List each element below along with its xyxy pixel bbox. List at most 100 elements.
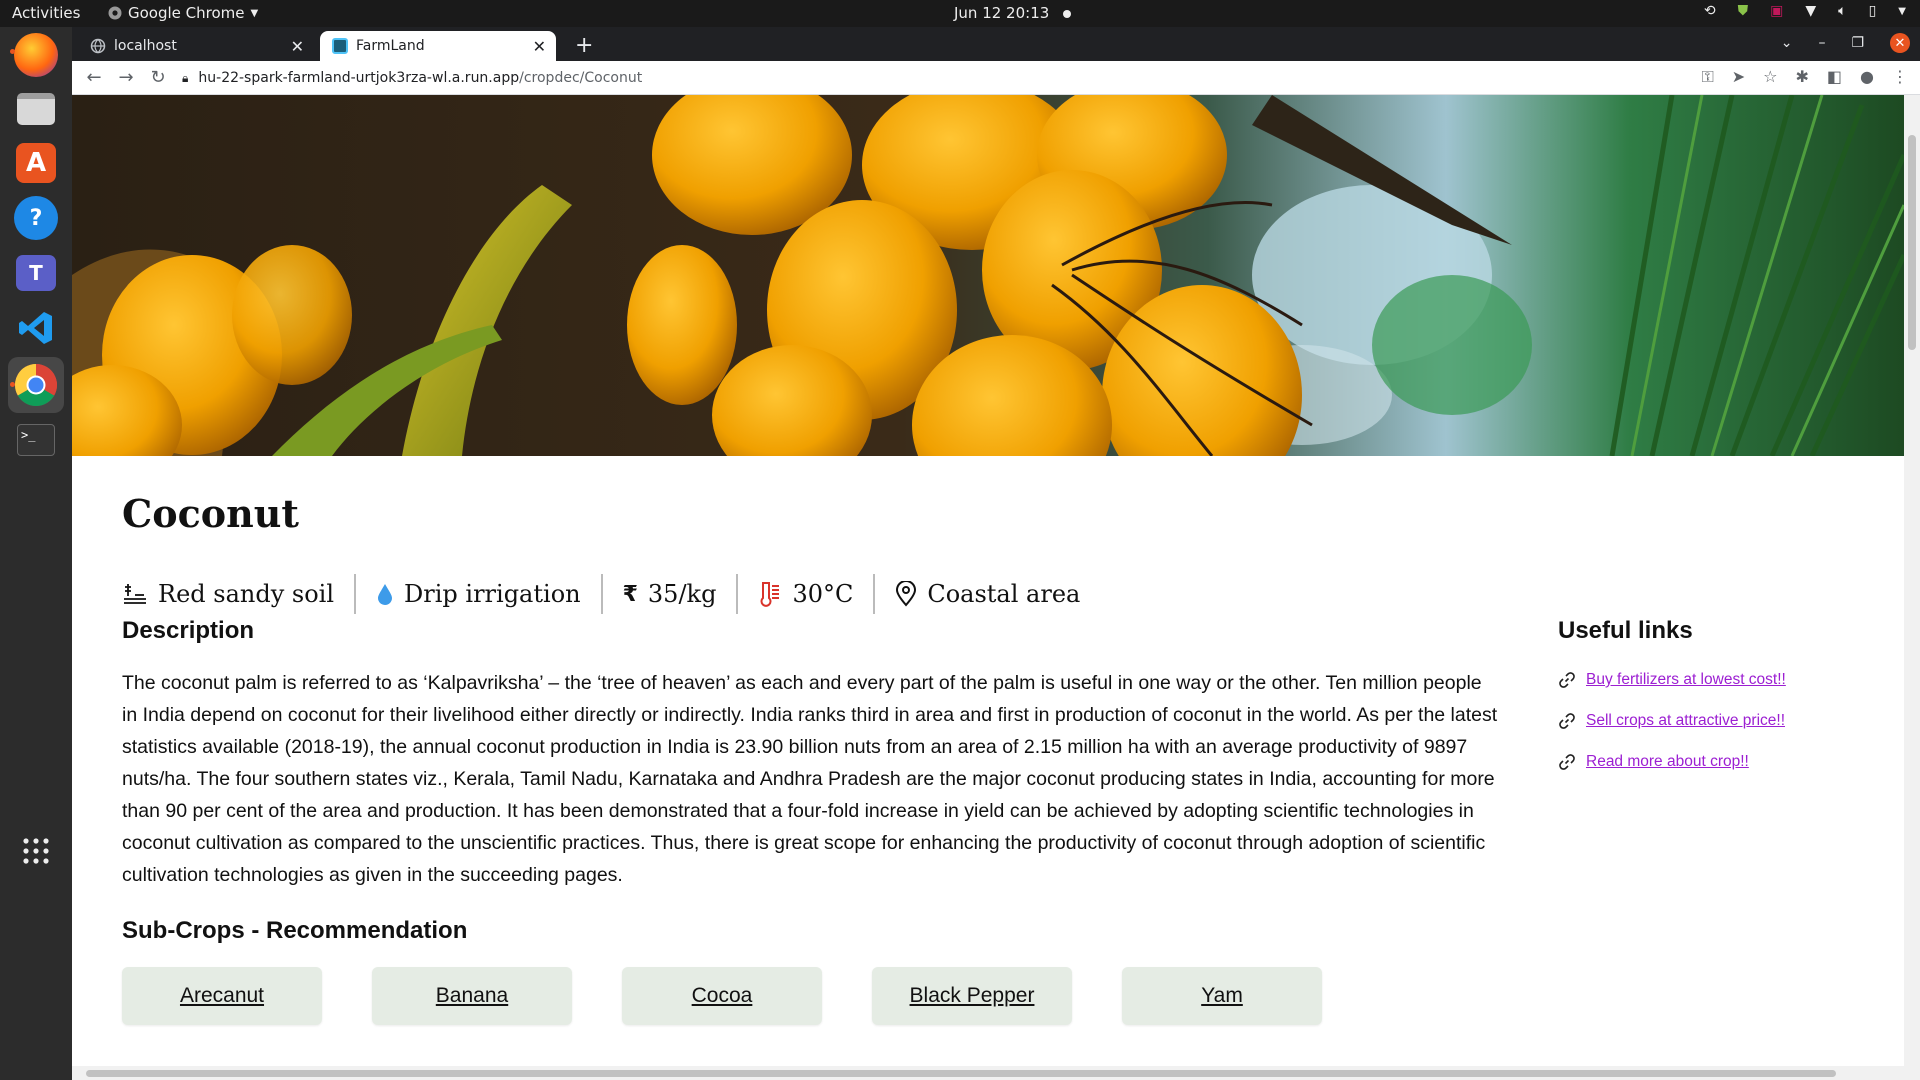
tab-close-icon[interactable]: ✕ bbox=[533, 37, 546, 56]
useful-link-item: Sell crops at attractive price!! bbox=[1558, 712, 1878, 730]
close-window-button[interactable]: ✕ bbox=[1890, 33, 1910, 53]
subcrop-banana[interactable]: Banana bbox=[372, 967, 572, 1025]
chrome-small-icon bbox=[108, 6, 122, 20]
crop-content: Coconut Red sandy soil Drip irrigation ₹… bbox=[122, 465, 1882, 1025]
browser-window: localhost ✕ FarmLand ✕ + ⌄ – ❐ ✕ ← → ↻ 🔒… bbox=[72, 27, 1920, 1080]
link-chain-icon bbox=[1559, 672, 1575, 688]
dock-ubuntu-software[interactable]: A bbox=[8, 135, 64, 191]
side-panel-icon[interactable]: ◧ bbox=[1827, 67, 1842, 87]
useful-links-heading: Useful links bbox=[1558, 617, 1693, 644]
sell-crops-link[interactable]: Sell crops at attractive price!! bbox=[1586, 712, 1785, 730]
app-grid-icon bbox=[23, 838, 49, 864]
dock-terminal[interactable]: >_ bbox=[8, 412, 64, 468]
tab-strip: localhost ✕ FarmLand ✕ + ⌄ – ❐ ✕ bbox=[72, 27, 1920, 61]
tab-farmland[interactable]: FarmLand ✕ bbox=[320, 31, 556, 61]
wifi-icon[interactable]: ▼ bbox=[1805, 3, 1816, 19]
key-icon[interactable]: ⚿ bbox=[1702, 67, 1714, 87]
profile-avatar-icon[interactable]: ● bbox=[1860, 67, 1874, 87]
back-button[interactable]: ← bbox=[78, 67, 110, 88]
system-tray[interactable]: ⟲ ⛊ ▣ ▼ 🔈︎ ▯ ▼ bbox=[1704, 3, 1906, 19]
app-indicator-icon[interactable]: ▣ bbox=[1770, 3, 1783, 19]
soil-icon bbox=[124, 584, 146, 604]
dock-vscode[interactable] bbox=[8, 300, 64, 356]
attribute-label: 35/kg bbox=[647, 580, 717, 608]
activities-button[interactable]: Activities bbox=[12, 4, 80, 22]
page-viewport: Coconut Red sandy soil Drip irrigation ₹… bbox=[72, 95, 1904, 1080]
clock-label: Jun 12 20:13 bbox=[954, 4, 1050, 22]
tab-label: localhost bbox=[114, 38, 177, 54]
reload-button[interactable]: ↻ bbox=[142, 67, 174, 88]
minimize-button[interactable]: – bbox=[1818, 35, 1825, 51]
send-icon[interactable]: ➤ bbox=[1732, 67, 1745, 87]
address-bar[interactable]: 🔒︎ hu-22-spark-farmland-urtjok3rza-wl.a.… bbox=[182, 64, 1662, 92]
tab-close-icon[interactable]: ✕ bbox=[291, 37, 304, 56]
clock[interactable]: Jun 12 20:13 bbox=[954, 4, 1072, 22]
running-indicator-icon bbox=[10, 49, 15, 54]
description-heading: Description bbox=[122, 617, 255, 644]
dock-chrome[interactable] bbox=[8, 357, 64, 413]
thermometer-icon bbox=[760, 582, 780, 607]
lock-icon[interactable]: 🔒︎ bbox=[182, 71, 188, 86]
chevron-down-icon: ▼ bbox=[250, 7, 259, 19]
subcrop-black-pepper[interactable]: Black Pepper bbox=[872, 967, 1072, 1025]
horizontal-scrollbar[interactable] bbox=[72, 1066, 1904, 1080]
subcrops-list: Arecanut Banana Cocoa Black Pepper Yam bbox=[122, 967, 1502, 1025]
attribute-label: 30°C bbox=[792, 580, 854, 608]
browser-toolbar: ← → ↻ 🔒︎ hu-22-spark-farmland-urtjok3rza… bbox=[72, 61, 1920, 95]
subcrops-heading: Sub-Crops - Recommendation bbox=[122, 917, 468, 944]
url-path: /cropdec/Coconut bbox=[519, 70, 643, 86]
tab-localhost[interactable]: localhost ✕ bbox=[78, 31, 314, 61]
scrollbar-thumb[interactable] bbox=[1908, 135, 1916, 350]
app-menu[interactable]: Google Chrome ▼ bbox=[108, 4, 258, 22]
new-tab-button[interactable]: + bbox=[575, 33, 593, 58]
dock-teams[interactable]: T bbox=[8, 245, 64, 301]
scrollbar-thumb[interactable] bbox=[86, 1070, 1836, 1077]
battery-icon[interactable]: ▯ bbox=[1869, 3, 1877, 19]
extensions-puzzle-icon[interactable]: ✱ bbox=[1796, 67, 1809, 87]
description-text: The coconut palm is referred to as ‘Kalp… bbox=[122, 672, 1498, 886]
volume-icon[interactable]: 🔈︎ bbox=[1838, 3, 1846, 19]
dock-firefox[interactable] bbox=[8, 27, 64, 83]
url-host: hu-22-spark-farmland-urtjok3rza-wl.a.run… bbox=[198, 70, 520, 86]
tab-search-chevron-icon[interactable]: ⌄ bbox=[1781, 35, 1793, 51]
dock-help[interactable]: ? bbox=[8, 190, 64, 246]
link-chain-icon bbox=[1559, 754, 1575, 770]
system-top-bar: Activities Google Chrome ▼ Jun 12 20:13 … bbox=[0, 0, 1920, 27]
buy-fertilizers-link[interactable]: Buy fertilizers at lowest cost!! bbox=[1586, 671, 1786, 689]
attribute-price: ₹ 35/kg bbox=[603, 574, 739, 614]
ubuntu-software-icon: A bbox=[16, 143, 56, 183]
attribute-label: Drip irrigation bbox=[404, 580, 581, 608]
restore-button[interactable]: ❐ bbox=[1851, 35, 1864, 51]
vertical-scrollbar[interactable] bbox=[1904, 95, 1920, 1080]
useful-links-list: Buy fertilizers at lowest cost!! Sell cr… bbox=[1558, 671, 1878, 771]
subcrop-arecanut[interactable]: Arecanut bbox=[122, 967, 322, 1025]
app-menu-label: Google Chrome bbox=[128, 4, 245, 22]
subcrop-yam[interactable]: Yam bbox=[1122, 967, 1322, 1025]
useful-links-panel: Useful links Buy fertilizers at lowest c… bbox=[1558, 617, 1878, 794]
power-menu-icon[interactable]: ▼ bbox=[1898, 6, 1906, 17]
bookmark-star-icon[interactable]: ☆ bbox=[1763, 67, 1777, 87]
chrome-icon bbox=[14, 364, 58, 407]
help-icon: ? bbox=[14, 196, 58, 240]
read-more-link[interactable]: Read more about crop!! bbox=[1586, 753, 1749, 771]
toolbar-actions: ⚿ ➤ ☆ ✱ ◧ ● ⋮ bbox=[1702, 67, 1908, 87]
dock: A ? T >_ bbox=[0, 27, 72, 1080]
crop-title: Coconut bbox=[122, 491, 299, 536]
farmland-favicon-icon bbox=[332, 38, 348, 54]
dock-files[interactable] bbox=[8, 81, 64, 137]
tab-label: FarmLand bbox=[356, 38, 425, 54]
useful-link-item: Buy fertilizers at lowest cost!! bbox=[1558, 671, 1878, 689]
dock-show-applications[interactable] bbox=[8, 823, 64, 879]
subcrop-cocoa[interactable]: Cocoa bbox=[622, 967, 822, 1025]
sync-icon[interactable]: ⟲ bbox=[1704, 3, 1716, 19]
main-column: Description The coconut palm is referred… bbox=[122, 617, 1502, 1025]
shield-icon[interactable]: ⛊ bbox=[1738, 3, 1749, 19]
teams-icon: T bbox=[16, 255, 56, 291]
rupee-icon: ₹ bbox=[622, 581, 638, 607]
files-icon bbox=[17, 93, 55, 125]
more-menu-icon[interactable]: ⋮ bbox=[1892, 67, 1908, 87]
useful-link-item: Read more about crop!! bbox=[1558, 753, 1878, 771]
water-drop-icon bbox=[378, 584, 393, 605]
notification-dot-icon bbox=[1063, 9, 1072, 18]
forward-button[interactable]: → bbox=[110, 67, 142, 88]
